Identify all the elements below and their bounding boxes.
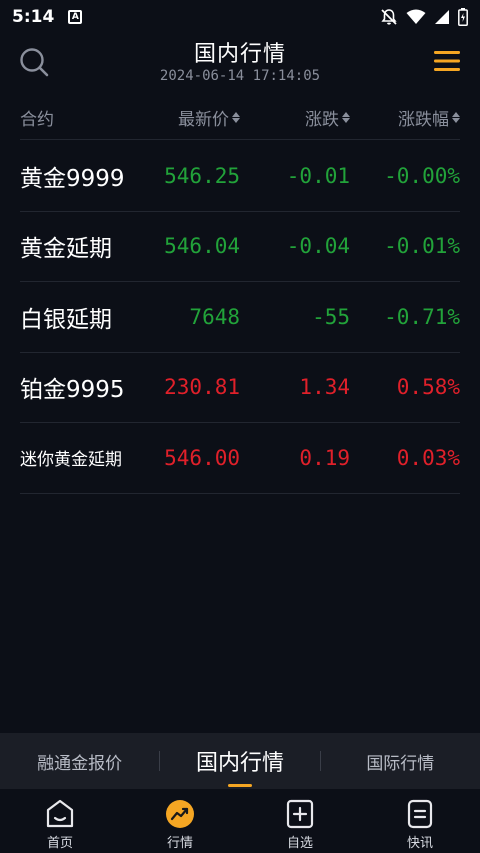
tab-label: 国际行情 xyxy=(366,753,435,774)
status-icons xyxy=(380,8,468,26)
sort-icon xyxy=(342,112,350,123)
table-row[interactable]: 黄金延期 546.04 -0.04 -0.01% xyxy=(20,212,460,282)
price-change: -0.04 xyxy=(286,234,350,259)
market-icon xyxy=(165,799,195,829)
menu-icon[interactable] xyxy=(434,49,460,73)
column-header-change[interactable]: 涨跌 xyxy=(240,105,350,130)
price-change: -55 xyxy=(312,304,350,329)
wifi-icon xyxy=(406,9,426,24)
price-change: 1.34 xyxy=(299,375,350,400)
sort-icon xyxy=(232,112,240,123)
price-change-pct: 0.03% xyxy=(396,445,460,470)
category-tabs: 融通金报价 国内行情 国际行情 xyxy=(0,733,480,789)
tab-rongtong-quote[interactable]: 融通金报价 xyxy=(0,749,159,774)
add-favorite-icon xyxy=(285,799,315,829)
instrument-name: 黄金延期 xyxy=(20,236,112,263)
news-icon xyxy=(405,799,435,829)
nav-label: 自选 xyxy=(286,836,313,851)
header: 国内行情 2024-06-14 17:14:05 xyxy=(0,34,480,94)
nav-label: 行情 xyxy=(166,836,193,851)
status-time: 5:14 xyxy=(12,7,55,27)
quote-list: 黄金9999 546.25 -0.01 -0.00% 黄金延期 546.04 -… xyxy=(20,141,460,494)
a-badge-icon: A xyxy=(68,10,83,24)
price-change-pct: -0.00% xyxy=(384,163,460,188)
tab-domestic-market[interactable]: 国内行情 xyxy=(160,745,319,787)
table-row[interactable]: 铂金9995 230.81 1.34 0.58% xyxy=(20,353,460,423)
price-change: -0.01 xyxy=(286,163,350,188)
tab-label: 国内行情 xyxy=(195,751,284,776)
status-bar: 5:14 A xyxy=(0,0,480,34)
price-change-pct: -0.01% xyxy=(384,234,460,259)
latest-price: 230.81 xyxy=(164,375,240,400)
home-icon xyxy=(45,799,75,829)
instrument-name: 迷你黄金延期 xyxy=(20,450,122,471)
update-timestamp: 2024-06-14 17:14:05 xyxy=(159,68,321,84)
latest-price: 546.00 xyxy=(164,445,240,470)
table-row[interactable]: 黄金9999 546.25 -0.01 -0.00% xyxy=(20,141,460,212)
table-row[interactable]: 迷你黄金延期 546.00 0.19 0.03% xyxy=(20,423,460,494)
tab-international-market[interactable]: 国际行情 xyxy=(321,749,480,774)
page-title: 国内行情 xyxy=(193,42,286,67)
column-header-pct-label: 涨跌幅 xyxy=(398,110,449,130)
column-header-change-label: 涨跌 xyxy=(305,110,339,130)
latest-price: 7648 xyxy=(189,304,240,329)
column-header-pct[interactable]: 涨跌幅 xyxy=(350,105,460,130)
nav-market[interactable]: 行情 xyxy=(120,789,240,853)
price-change-pct: 0.58% xyxy=(396,375,460,400)
column-header-price-label: 最新价 xyxy=(178,110,229,130)
column-header-name: 合约 xyxy=(20,105,150,130)
nav-label: 首页 xyxy=(46,836,73,851)
nav-home[interactable]: 首页 xyxy=(0,789,120,853)
battery-icon xyxy=(458,8,468,26)
nav-favorites[interactable]: 自选 xyxy=(240,789,360,853)
table-header: 合约 最新价 涨跌 涨跌幅 xyxy=(20,96,460,140)
instrument-name: 白银延期 xyxy=(20,306,112,333)
table-row[interactable]: 白银延期 7648 -55 -0.71% xyxy=(20,282,460,353)
instrument-name: 铂金9995 xyxy=(20,377,125,404)
signal-icon xyxy=(435,10,449,24)
price-change: 0.19 xyxy=(299,445,350,470)
bottom-nav: 首页 行情 自选 快讯 xyxy=(0,789,480,853)
price-change-pct: -0.71% xyxy=(384,304,460,329)
latest-price: 546.25 xyxy=(164,163,240,188)
nav-news[interactable]: 快讯 xyxy=(360,789,480,853)
sort-icon xyxy=(452,112,460,123)
instrument-name: 黄金9999 xyxy=(20,165,125,192)
mute-icon xyxy=(381,9,397,25)
column-header-name-label: 合约 xyxy=(20,110,54,130)
nav-label: 快讯 xyxy=(406,836,433,851)
active-tab-indicator xyxy=(227,784,252,787)
latest-price: 546.04 xyxy=(164,234,240,259)
column-header-price[interactable]: 最新价 xyxy=(150,105,240,130)
tab-label: 融通金报价 xyxy=(37,753,123,774)
